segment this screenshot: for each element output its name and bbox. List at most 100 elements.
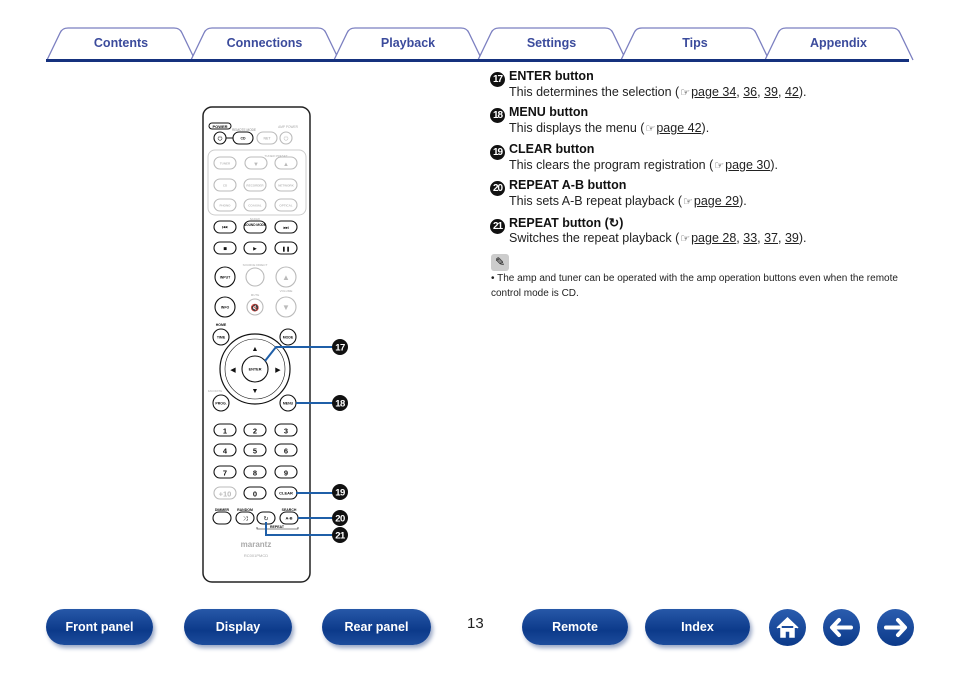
- button-label-tuner: TUNER: [220, 162, 231, 166]
- next-icon: ⏭: [283, 226, 289, 232]
- label-source_direct: SOURCE DIRECT: [243, 263, 268, 267]
- button-label-n3: 3: [284, 427, 288, 436]
- page-reference-icon: ☞: [683, 196, 693, 208]
- page-link[interactable]: page 29: [694, 194, 739, 208]
- home-button[interactable]: [769, 609, 806, 646]
- mute-icon: 🔇: [251, 303, 260, 312]
- callout-number: 17: [490, 72, 505, 87]
- arrow-left-icon: [830, 618, 853, 637]
- callout-number: 20: [335, 514, 345, 525]
- up-icon: ▲: [252, 346, 259, 353]
- page-link[interactable]: 37: [764, 231, 778, 245]
- description-text: This displays the menu (: [509, 121, 645, 135]
- label-sound_mode: SOUND MODE: [244, 223, 266, 227]
- label-search: SEARCH: [282, 508, 297, 512]
- button-label-n8: 8: [253, 469, 257, 478]
- page-number: 13: [467, 615, 484, 632]
- down-icon: ▼: [252, 388, 259, 395]
- label-volume: VOLUME: [280, 289, 293, 293]
- amp-power-icon: ⏻: [284, 136, 289, 143]
- page-link[interactable]: 33: [743, 231, 757, 245]
- back-button[interactable]: [823, 609, 860, 646]
- front-panel-button[interactable]: Front panel: [46, 609, 153, 645]
- item-description: This displays the menu (☞page 42).: [509, 121, 710, 135]
- previous-icon: ⏮: [222, 226, 228, 232]
- page-link[interactable]: page 28: [691, 231, 736, 245]
- item-description: Switches the repeat playback (☞page 28, …: [509, 231, 807, 245]
- label-power: POWER: [212, 124, 227, 129]
- label-amp_power: AMP POWER: [278, 125, 298, 129]
- page-reference-icon: ☞: [645, 123, 656, 135]
- pause-icon: ❚❚: [282, 247, 290, 253]
- page-reference-icon: ☞: [714, 160, 725, 172]
- left-icon: ◀: [230, 367, 236, 374]
- note-body: The amp and tuner can be operated with t…: [491, 273, 898, 299]
- page-link[interactable]: 36: [743, 85, 757, 99]
- page-link[interactable]: 42: [785, 85, 799, 99]
- index-button[interactable]: Index: [645, 609, 750, 645]
- forward-button[interactable]: [877, 609, 914, 646]
- button-null[interactable]: [212, 511, 232, 525]
- random-icon: ⤨: [243, 516, 248, 523]
- button-label-menu: MENU: [283, 402, 294, 406]
- item-title: REPEAT button (: [509, 216, 609, 230]
- description-text: Switches the repeat playback (: [509, 231, 680, 245]
- item-description: This sets A-B repeat playback (☞page 29)…: [509, 194, 747, 208]
- button-label-n9: 9: [284, 469, 288, 478]
- label-repeat: REPEAT: [270, 525, 285, 529]
- callout-number: 18: [490, 108, 505, 123]
- home-icon: [776, 616, 799, 638]
- item-title: CLEAR button: [509, 142, 595, 156]
- button-label-recorder: RECORDER: [246, 184, 264, 188]
- volume-up-icon: ▲: [282, 273, 290, 282]
- model-number: RC001PMCD: [244, 553, 268, 558]
- remote-control-illustration: POWER REMOTE MODE AMP POWER ⏻ CD NET ⏻ TUNER PR…: [202, 106, 348, 583]
- callout-number: 20: [490, 181, 505, 196]
- button-label-enter: ENTER: [249, 368, 262, 372]
- preset-down-icon: ▼: [253, 162, 259, 168]
- page-link[interactable]: page 42: [656, 121, 701, 135]
- page-link[interactable]: 39: [785, 231, 799, 245]
- item-description: This clears the program registration (☞p…: [509, 158, 778, 172]
- label-random: RANDOM: [237, 508, 253, 512]
- stop-icon: ■: [223, 247, 227, 253]
- page-reference-icon: ☞: [680, 87, 691, 99]
- page-link[interactable]: page 34: [691, 85, 736, 99]
- callout-number: 18: [335, 399, 345, 410]
- remote-button[interactable]: Remote: [522, 609, 628, 645]
- callout-number: 19: [335, 488, 345, 499]
- button-label-clear: CLEAR: [279, 491, 293, 496]
- button-label-cd_mode: CD: [240, 137, 246, 141]
- rear-panel-button[interactable]: Rear panel: [322, 609, 431, 645]
- callout-number: 21: [490, 219, 505, 234]
- button-label-time: TIME: [217, 336, 226, 340]
- button-label-input: INPUT: [220, 276, 231, 280]
- button-label-network: NETWORK: [278, 184, 294, 188]
- button-round[interactable]: [245, 267, 265, 287]
- label-dimmer: DIMMER: [215, 508, 230, 512]
- button-label-n5: 5: [253, 447, 257, 456]
- manual-page: Contents Connections Playback Settings Tips A…: [0, 0, 954, 673]
- button-label-n6: 6: [284, 447, 288, 456]
- display-button[interactable]: Display: [184, 609, 292, 645]
- pencil-note-icon: ✎: [491, 254, 509, 271]
- button-label-info: INFO: [221, 306, 230, 310]
- button-label-prog: PROG.: [215, 402, 226, 406]
- power-icon: ⏻: [218, 136, 223, 143]
- item-title: ENTER button: [509, 69, 594, 83]
- label-mdax: M-DAX: [250, 217, 260, 221]
- arrow-right-icon: [884, 618, 907, 637]
- button-label-n2: 2: [253, 427, 257, 436]
- page-link[interactable]: page 30: [725, 158, 770, 172]
- button-label-optical: OPTICAL: [279, 204, 292, 208]
- item-title: MENU button: [509, 105, 589, 119]
- volume-down-icon: ▼: [282, 303, 290, 312]
- page-link[interactable]: 39: [764, 85, 778, 99]
- play-icon: ►: [252, 247, 258, 253]
- button-label-net: NET: [264, 137, 272, 141]
- button-label-n7: 7: [223, 469, 227, 478]
- callout-number: 19: [490, 145, 505, 160]
- button-label-mode: MODE: [283, 336, 294, 340]
- repeat-icon: ↻: [263, 516, 268, 523]
- button-label-n1: 1: [223, 427, 227, 436]
